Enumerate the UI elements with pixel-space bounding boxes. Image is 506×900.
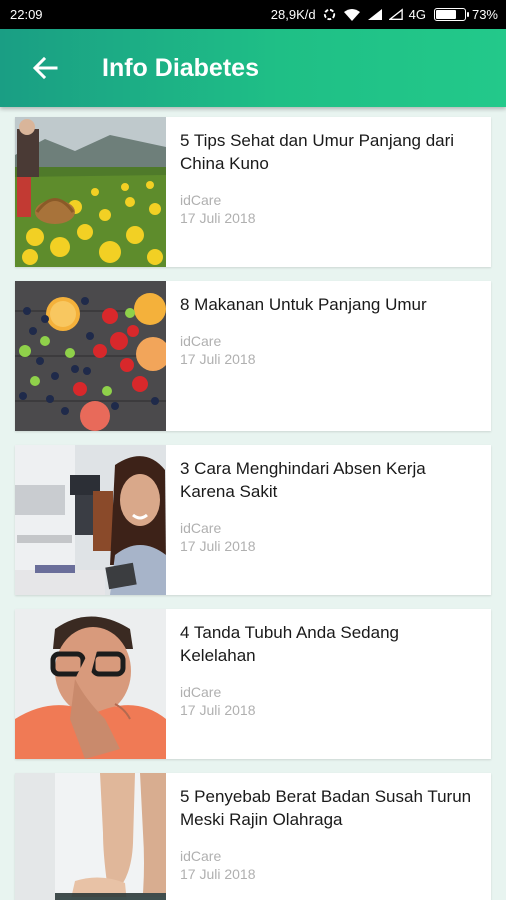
article-date: 17 Juli 2018 xyxy=(180,702,256,718)
status-icons: 28,9K/d 4G 73% xyxy=(271,7,498,22)
flower-field-image xyxy=(15,117,166,267)
battery-fill xyxy=(435,10,456,19)
article-date: 17 Juli 2018 xyxy=(180,866,256,882)
article-card[interactable]: 8 Makanan Untuk Panjang Umur idCare 17 J… xyxy=(15,281,491,431)
status-bar: 22:09 28,9K/d 4G 73% xyxy=(0,0,506,29)
sync-icon xyxy=(322,7,337,22)
article-card[interactable]: 4 Tanda Tubuh Anda Sedang Kelelahan idCa… xyxy=(15,609,491,759)
feet-scale-image xyxy=(15,773,166,900)
network-type: 4G xyxy=(408,7,426,22)
article-source: idCare xyxy=(180,192,222,208)
page-title: Info Diabetes xyxy=(102,53,259,82)
article-title: 4 Tanda Tubuh Anda Sedang Kelelahan xyxy=(180,623,399,665)
article-title: 5 Tips Sehat dan Umur Panjang dari China… xyxy=(180,131,455,173)
article-source: idCare xyxy=(180,520,222,536)
wifi-icon xyxy=(343,8,361,22)
article-source: idCare xyxy=(180,684,222,700)
signal-icon xyxy=(367,8,383,21)
article-card[interactable]: 3 Cara Menghindari Absen Kerja Karena Sa… xyxy=(15,445,491,595)
article-card[interactable]: 5 Tips Sehat dan Umur Panjang dari China… xyxy=(15,117,491,267)
article-list[interactable]: 5 Tips Sehat dan Umur Panjang dari China… xyxy=(0,107,506,900)
tired-man-image xyxy=(15,609,166,759)
article-date: 17 Juli 2018 xyxy=(180,351,256,367)
article-source: idCare xyxy=(180,333,222,349)
signal-icon-secondary xyxy=(388,8,403,21)
office-woman-image xyxy=(15,445,166,595)
network-speed: 28,9K/d xyxy=(270,7,316,22)
battery-icon xyxy=(433,8,469,21)
article-title: 3 Cara Menghindari Absen Kerja Karena Sa… xyxy=(180,459,426,501)
fruits-image xyxy=(15,281,166,431)
status-time: 22:09 xyxy=(10,7,43,22)
article-source: idCare xyxy=(180,848,222,864)
arrow-left-icon xyxy=(32,56,58,80)
app-bar: Info Diabetes xyxy=(0,29,506,107)
article-date: 17 Juli 2018 xyxy=(180,210,256,226)
article-date: 17 Juli 2018 xyxy=(180,538,256,554)
article-title: 5 Penyebab Berat Badan Susah Turun Meski… xyxy=(180,787,472,829)
article-title: 8 Makanan Untuk Panjang Umur xyxy=(180,295,427,314)
battery-percent: 73% xyxy=(471,7,498,22)
back-button[interactable] xyxy=(0,29,90,107)
article-card[interactable]: 5 Penyebab Berat Badan Susah Turun Meski… xyxy=(15,773,491,900)
